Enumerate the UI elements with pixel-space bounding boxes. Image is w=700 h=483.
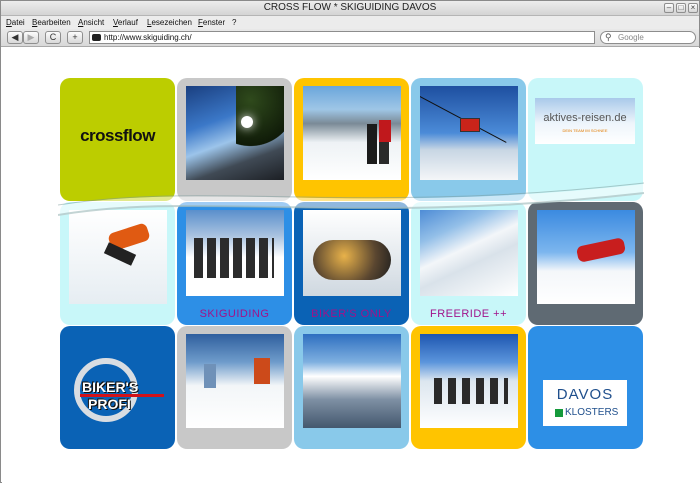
search-input[interactable]: ⚲ Google xyxy=(600,31,696,44)
crossflow-logo: crossflow xyxy=(80,126,155,145)
reload-button[interactable]: C xyxy=(45,31,61,44)
tile-skiguiding[interactable]: SKIGUIDING xyxy=(177,202,292,325)
skiers-valley-photo xyxy=(303,86,401,180)
freeride-caption: FREERIDE ++ xyxy=(429,308,508,320)
browser-window: CROSS FLOW * SKIGUIDING DAVOS – □ × Date… xyxy=(0,0,700,483)
menu-help[interactable]: ? xyxy=(232,18,236,27)
menu-datei[interactable]: Datei xyxy=(6,18,25,27)
back-button[interactable]: ◀ xyxy=(7,31,23,44)
menu-fenster[interactable]: Fenster xyxy=(198,18,225,27)
tile-crossflow[interactable]: crossflow xyxy=(60,78,175,201)
ski-group-photo xyxy=(186,210,284,296)
forward-button[interactable]: ▶ xyxy=(23,31,39,44)
new-tab-button[interactable]: + xyxy=(67,31,83,44)
aktives-reisen-logo: aktives-reisen.de DEIN TEAM IM SCHNEE xyxy=(535,98,635,144)
bikers-group-photo xyxy=(303,210,401,296)
group-ridge-photo xyxy=(420,334,518,428)
tile-skier-photo[interactable] xyxy=(294,78,409,201)
menu-bar: Datei Bearbeiten Ansicht Verlauf Lesezei… xyxy=(1,16,699,29)
skiguiding-caption: SKIGUIDING xyxy=(199,308,270,320)
search-placeholder: Google xyxy=(618,33,644,42)
bikers-profi-line2: PROFI xyxy=(88,396,131,412)
tile-carving-skier[interactable] xyxy=(60,202,175,325)
title-bar: CROSS FLOW * SKIGUIDING DAVOS – □ × xyxy=(1,1,699,16)
tile-gondola-photo[interactable] xyxy=(411,78,526,201)
tile-panorama[interactable] xyxy=(294,326,409,449)
tile-group-ridge[interactable] xyxy=(411,326,526,449)
tile-freeride[interactable]: FREERIDE ++ xyxy=(411,202,526,325)
freeride-slope-photo xyxy=(420,210,518,296)
navigation-toolbar: ◀ ▶ C + http://www.skiguiding.ch/ ⚲ Goog… xyxy=(1,29,699,47)
search-icon: ⚲ xyxy=(605,32,612,42)
menu-verlauf[interactable]: Verlauf xyxy=(113,18,138,27)
davos-klosters-logo: DAVOS KLOSTERS xyxy=(543,380,627,426)
minimize-button[interactable]: – xyxy=(664,3,674,13)
tile-palm-photo[interactable] xyxy=(177,78,292,201)
tile-bikers-profi[interactable]: BIKER'S PROFI xyxy=(60,326,175,449)
menu-ansicht[interactable]: Ansicht xyxy=(78,18,104,27)
tile-aktives-reisen[interactable]: aktives-reisen.de DEIN TEAM IM SCHNEE xyxy=(528,78,643,201)
bikers-profi-line1: BIKER'S xyxy=(82,379,139,395)
maximize-button[interactable]: □ xyxy=(676,3,686,13)
window-title: CROSS FLOW * SKIGUIDING DAVOS xyxy=(263,2,437,13)
page-content: crossflow aktives-reisen.de DEIN TEAM IM… xyxy=(2,48,700,483)
menu-bearbeiten[interactable]: Bearbeiten xyxy=(32,18,71,27)
close-button[interactable]: × xyxy=(688,3,698,13)
tile-snow-bike[interactable] xyxy=(528,202,643,325)
address-url: http://www.skiguiding.ch/ xyxy=(104,33,192,42)
snow-bike-photo xyxy=(537,210,635,304)
tile-bikers-only[interactable]: BIKER'S ONLY xyxy=(294,202,409,325)
tile-davos-klosters[interactable]: DAVOS KLOSTERS xyxy=(528,326,643,449)
address-bar[interactable]: http://www.skiguiding.ch/ xyxy=(89,31,595,44)
menu-lesezeichen[interactable]: Lesezeichen xyxy=(147,18,192,27)
tile-snowshoe[interactable] xyxy=(177,326,292,449)
carving-skier-photo xyxy=(69,210,167,304)
palm-mountain-photo xyxy=(186,86,284,180)
site-favicon-icon xyxy=(92,34,101,41)
davos-green-square-icon xyxy=(555,409,563,417)
snowshoe-hikers-photo xyxy=(186,334,284,428)
gondola-photo xyxy=(420,86,518,180)
valley-panorama-photo xyxy=(303,334,401,428)
bikers-only-caption: BIKER'S ONLY xyxy=(311,308,392,320)
